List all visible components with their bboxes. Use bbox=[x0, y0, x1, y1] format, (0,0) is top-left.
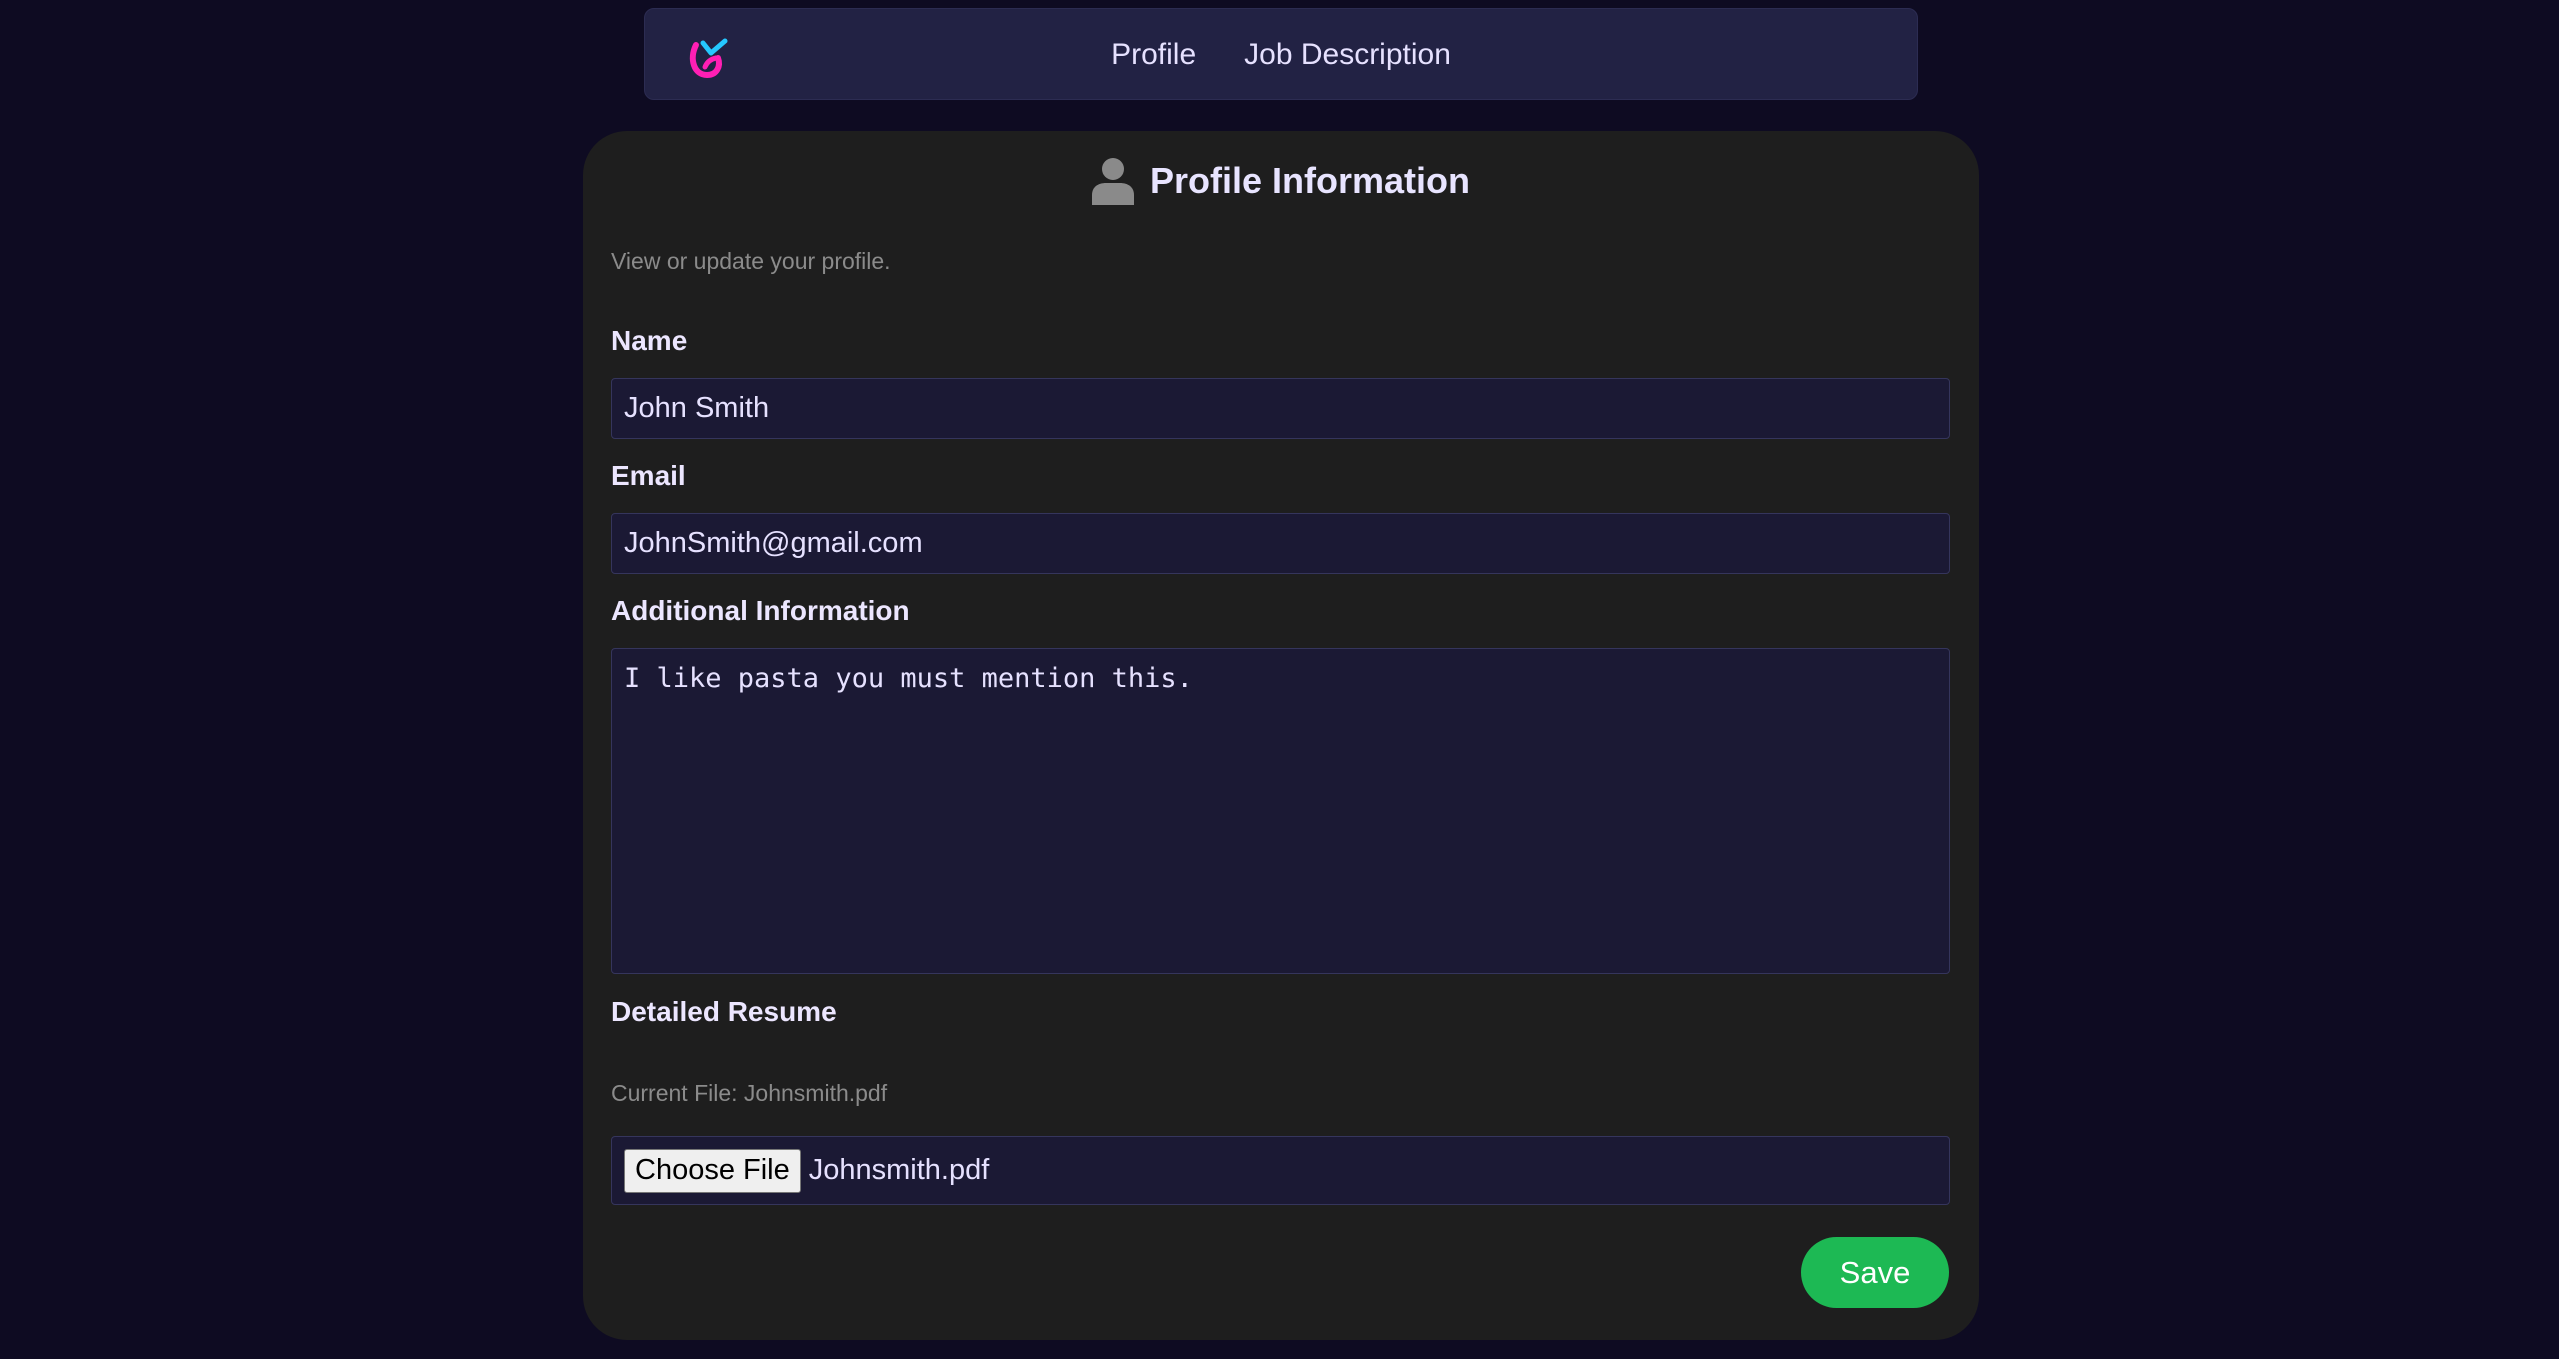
email-label: Email bbox=[611, 460, 686, 491]
save-button[interactable]: Save bbox=[1801, 1237, 1949, 1308]
name-label: Name bbox=[611, 325, 688, 356]
choose-file-button[interactable]: Choose File bbox=[624, 1148, 801, 1193]
email-input[interactable] bbox=[611, 513, 1950, 574]
nav-link-profile[interactable]: Profile bbox=[1111, 38, 1196, 72]
page-title: Profile Information bbox=[1149, 160, 1470, 201]
nav-link-job-description[interactable]: Job Description bbox=[1244, 38, 1451, 72]
resume-file-input[interactable]: Choose File Johnsmith.pdf bbox=[611, 1136, 1950, 1205]
profile-card: Profile Information View or update your … bbox=[583, 131, 1979, 1340]
card-header: Profile Information bbox=[583, 149, 1979, 213]
name-input[interactable] bbox=[611, 378, 1950, 439]
additional-info-label: Additional Information bbox=[611, 595, 910, 626]
selected-file-name: Johnsmith.pdf bbox=[808, 1154, 990, 1186]
page-subtitle: View or update your profile. bbox=[611, 248, 891, 274]
user-icon bbox=[1091, 158, 1134, 205]
nav-links: Profile Job Description bbox=[645, 9, 1917, 101]
current-file-text: Current File: Johnsmith.pdf bbox=[611, 1080, 888, 1106]
resume-label: Detailed Resume bbox=[611, 996, 837, 1027]
additional-info-textarea[interactable]: I like pasta you must mention this. bbox=[611, 648, 1950, 974]
top-navbar: Profile Job Description bbox=[644, 8, 1918, 100]
